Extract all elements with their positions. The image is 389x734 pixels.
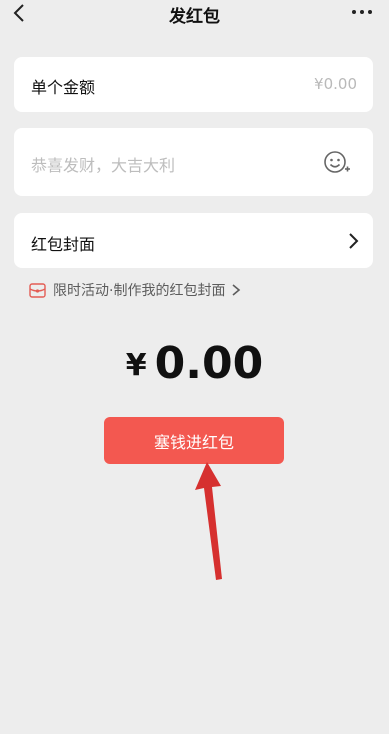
cover-selector-row[interactable]: 红包封面: [14, 213, 373, 268]
page-title: 发红包: [169, 7, 220, 27]
annotation-arrow-icon: [195, 462, 222, 580]
send-red-packet-button[interactable]: 塞钱进红包: [104, 417, 284, 464]
greeting-input-row[interactable]: 恭喜发财，大吉大利: [14, 128, 373, 196]
currency-symbol: ¥: [125, 348, 147, 383]
red-packet-cover-icon: [29, 282, 46, 298]
promo-link[interactable]: 限时活动·制作我的红包封面: [29, 280, 241, 300]
amount-label: 单个金额: [31, 78, 96, 97]
chevron-right-icon: [349, 233, 359, 249]
emoji-icon[interactable]: [323, 150, 351, 176]
amount-input-row[interactable]: 单个金额 ¥0.00: [14, 57, 373, 112]
chevron-right-icon: [232, 284, 241, 296]
total-value: 0.00: [154, 338, 264, 389]
promo-text: 限时活动·制作我的红包封面: [53, 283, 226, 299]
navigation-bar: 发红包: [0, 0, 389, 28]
cover-label: 红包封面: [31, 235, 96, 254]
greeting-input[interactable]: 恭喜发财，大吉大利: [31, 152, 175, 176]
more-icon[interactable]: [349, 2, 375, 22]
total-amount: ¥0.00: [0, 338, 389, 389]
amount-input[interactable]: ¥0.00: [314, 75, 357, 93]
